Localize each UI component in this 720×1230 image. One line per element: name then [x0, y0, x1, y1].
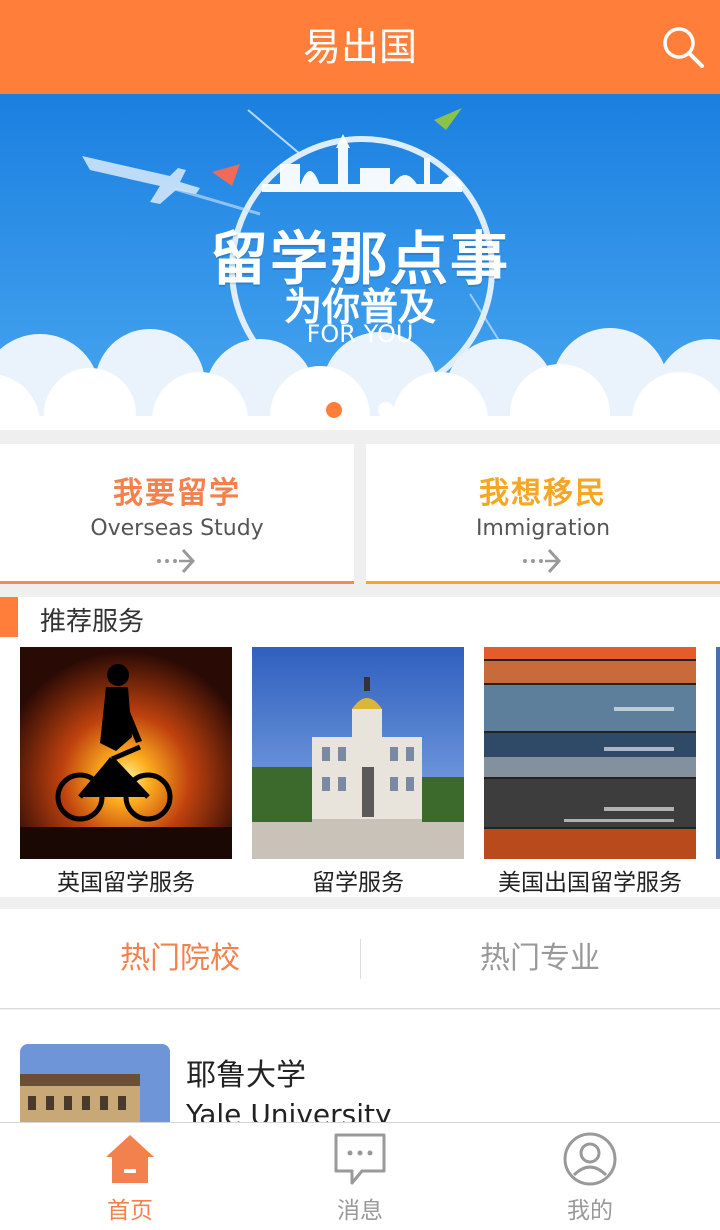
tabbar-item-home[interactable]: 首页 [10, 1123, 250, 1230]
tabbar-label: 首页 [107, 1198, 153, 1224]
app-header: 易出国 [0, 0, 720, 94]
banner-pager [0, 402, 720, 418]
profile-icon [563, 1132, 617, 1186]
service-label: 留学服务 [312, 870, 404, 896]
overseas-study-card[interactable]: 我要留学 Overseas Study [0, 444, 354, 584]
service-entry-cards: 我要留学 Overseas Study 我想移民 Immigration [0, 444, 720, 584]
service-image-collage [484, 647, 696, 859]
section-title: 推荐服务 [40, 607, 145, 637]
service-item-peek [716, 647, 720, 859]
banner-tagline: FOR YOU [306, 320, 414, 348]
more-arrow-icon [157, 548, 196, 574]
bottom-tab-bar: 首页 消息 我的 [0, 1122, 720, 1230]
school-list-item[interactable]: 耶鲁大学 Yale University [0, 1010, 720, 1122]
home-icon [106, 1135, 154, 1183]
immigration-card[interactable]: 我想移民 Immigration [366, 444, 720, 584]
hot-tabs: 热门院校 热门专业 [0, 909, 720, 1009]
tab-hot-schools[interactable]: 热门院校 [0, 909, 360, 1009]
school-name-cn: 耶鲁大学 [186, 1058, 306, 1093]
immigration-title: 我想移民 [479, 476, 607, 511]
service-image-cyclist [20, 647, 232, 859]
service-label: 美国出国留学服务 [498, 870, 682, 896]
overseas-study-title: 我要留学 [113, 476, 241, 511]
promo-banner[interactable]: 留学那点事 为你普及 FOR YOU [0, 94, 720, 430]
recommended-services: 推荐服务 英国留学服务 留学服务 美国出国留学服务 [0, 597, 720, 897]
tab-hot-majors[interactable]: 热门专业 [360, 909, 720, 1009]
tabbar-label: 我的 [567, 1198, 613, 1224]
app-title: 易出国 [302, 25, 417, 69]
pager-dot[interactable] [378, 402, 394, 418]
more-arrow-icon [523, 548, 562, 574]
pager-dot-active[interactable] [326, 402, 342, 418]
search-icon [663, 27, 704, 68]
tabbar-item-profile[interactable]: 我的 [470, 1123, 710, 1230]
message-icon [334, 1133, 386, 1185]
service-image-building [252, 647, 464, 859]
service-item-usa[interactable]: 美国出国留学服务 [484, 647, 696, 897]
tabbar-label: 消息 [337, 1198, 383, 1224]
pager-dot[interactable] [352, 402, 368, 418]
service-item-study[interactable]: 留学服务 [252, 647, 464, 897]
school-thumbnail [20, 1044, 170, 1122]
school-name-en: Yale University [186, 1098, 392, 1122]
overseas-study-subtitle: Overseas Study [90, 516, 264, 541]
service-item-uk[interactable]: 英国留学服务 [20, 647, 232, 897]
section-accent-bar [0, 597, 18, 637]
tabbar-item-messages[interactable]: 消息 [240, 1123, 480, 1230]
service-label: 英国留学服务 [57, 870, 195, 896]
search-button[interactable] [660, 24, 706, 70]
immigration-subtitle: Immigration [475, 516, 611, 541]
